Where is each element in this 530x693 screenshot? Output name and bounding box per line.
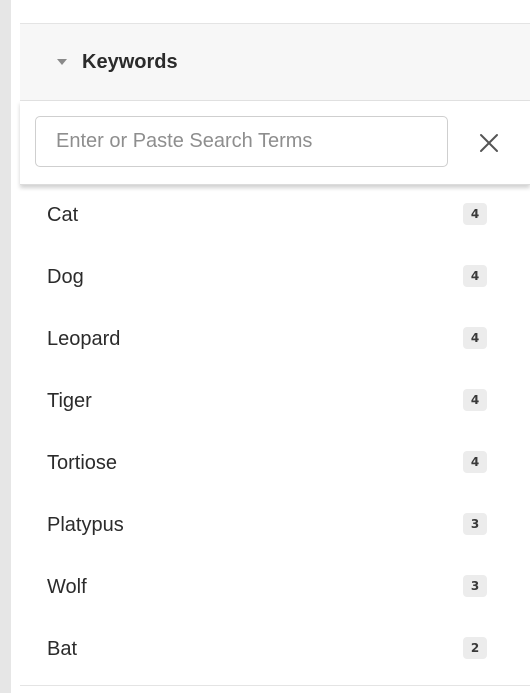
caret-down-icon[interactable] [57,59,67,65]
panel-top-divider [20,0,530,24]
keyword-item-leopard[interactable]: Leopard 4 [20,308,530,370]
keyword-label: Platypus [47,513,124,536]
keyword-label: Dog [47,265,84,288]
count-badge: 4 [463,389,487,411]
count-badge: 4 [463,327,487,349]
keyword-label: Tiger [47,389,92,412]
keyword-item-wolf[interactable]: Wolf 3 [20,556,530,618]
keyword-list: Cat 4 Dog 4 Leopard 4 Tiger 4 Tortiose 4… [20,184,530,680]
keyword-item-cat[interactable]: Cat 4 [20,184,530,246]
count-badge: 3 [463,575,487,597]
keyword-item-bat[interactable]: Bat 2 [20,618,530,680]
keywords-filter-panel: Keywords Cat 4 Dog 4 Leopard 4 Tiger 4 T… [20,0,530,693]
search-input[interactable] [35,116,448,167]
keyword-item-tortiose[interactable]: Tortiose 4 [20,432,530,494]
count-badge: 2 [463,637,487,659]
count-badge: 4 [463,265,487,287]
section-title: Keywords [82,50,178,73]
keyword-item-tiger[interactable]: Tiger 4 [20,370,530,432]
keyword-label: Wolf [47,575,87,598]
count-badge: 4 [463,203,487,225]
keyword-item-platypus[interactable]: Platypus 3 [20,494,530,556]
keyword-label: Tortiose [47,451,118,474]
keyword-label: Bat [47,637,78,660]
keyword-label: Leopard [47,327,121,350]
left-rail [0,0,11,693]
close-icon[interactable] [475,129,503,157]
search-row [20,101,530,185]
keywords-section-header[interactable]: Keywords [20,24,530,101]
keyword-item-dog[interactable]: Dog 4 [20,246,530,308]
count-badge: 4 [463,451,487,473]
count-badge: 3 [463,513,487,535]
bottom-divider [20,685,530,686]
keyword-label: Cat [47,203,79,226]
